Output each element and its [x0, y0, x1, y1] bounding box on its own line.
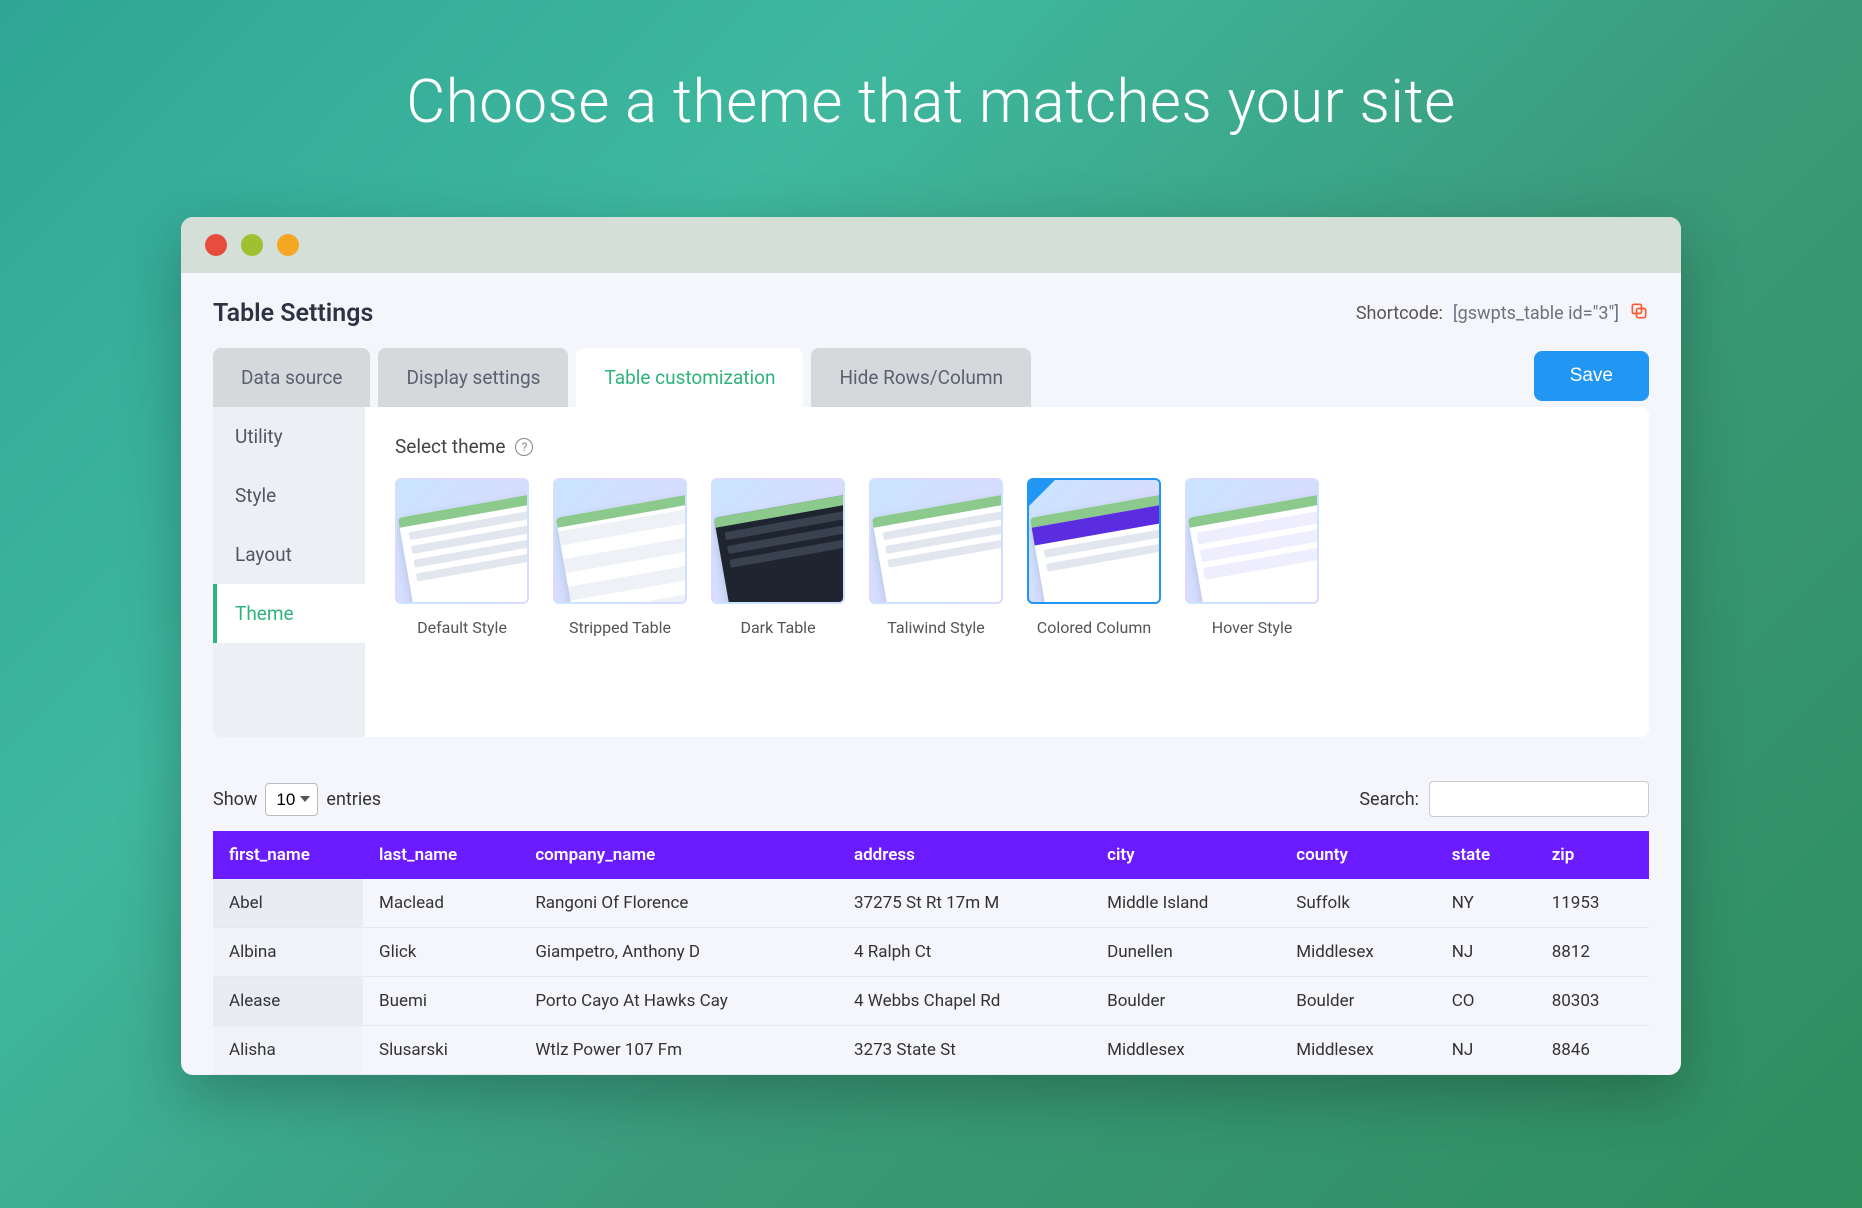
table-cell: Glick — [363, 928, 519, 977]
minimize-dot-icon[interactable] — [241, 234, 263, 256]
table-preview-section: Show 10 entries Search: first_name last_… — [181, 737, 1681, 1075]
theme-label: Stripped Table — [553, 618, 687, 637]
entries-select[interactable]: 10 — [265, 783, 318, 816]
tab-table-customization[interactable]: Table customization — [576, 348, 803, 407]
table-body: AbelMacleadRangoni Of Florence37275 St R… — [213, 879, 1649, 1075]
col-city[interactable]: city — [1091, 831, 1280, 879]
theme-area: Select theme ? Default Style Stripped Ta… — [365, 407, 1649, 737]
select-theme-label: Select theme — [395, 435, 505, 458]
col-company_name[interactable]: company_name — [519, 831, 838, 879]
table-row: AlishaSlusarskiWtlz Power 107 Fm3273 Sta… — [213, 1026, 1649, 1075]
table-cell: Suffolk — [1280, 879, 1435, 928]
col-state[interactable]: state — [1436, 831, 1536, 879]
data-table: first_name last_name company_name addres… — [213, 831, 1649, 1075]
theme-card-hover[interactable]: Hover Style — [1185, 478, 1319, 637]
col-first_name[interactable]: first_name — [213, 831, 363, 879]
copy-icon[interactable] — [1629, 301, 1649, 326]
table-cell: Middlesex — [1091, 1026, 1280, 1075]
page-title: Table Settings — [213, 299, 373, 328]
side-nav: Utility Style Layout Theme — [213, 407, 365, 737]
close-dot-icon[interactable] — [205, 234, 227, 256]
theme-label: Colored Column — [1027, 618, 1161, 637]
col-county[interactable]: county — [1280, 831, 1435, 879]
theme-card-colored-column[interactable]: Colored Column — [1027, 478, 1161, 637]
table-cell: Porto Cayo At Hawks Cay — [519, 977, 838, 1026]
table-cell: 4 Ralph Ct — [838, 928, 1091, 977]
table-row: AleaseBuemiPorto Cayo At Hawks Cay4 Webb… — [213, 977, 1649, 1026]
table-cell: Slusarski — [363, 1026, 519, 1075]
table-cell: 3273 State St — [838, 1026, 1091, 1075]
table-cell: 37275 St Rt 17m M — [838, 879, 1091, 928]
table-cell: Dunellen — [1091, 928, 1280, 977]
sidebar-item-utility[interactable]: Utility — [213, 407, 365, 466]
shortcode-display: Shortcode: [gswpts_table id="3"] — [1356, 301, 1649, 326]
save-button[interactable]: Save — [1534, 351, 1649, 401]
tabs-row: Data source Display settings Table custo… — [181, 346, 1681, 407]
table-cell: NJ — [1436, 1026, 1536, 1075]
table-controls: Show 10 entries Search: — [213, 781, 1649, 817]
table-cell: Alease — [213, 977, 363, 1026]
shortcode-value: [gswpts_table id="3"] — [1453, 303, 1619, 324]
app-window: Table Settings Shortcode: [gswpts_table … — [181, 217, 1681, 1075]
info-icon[interactable]: ? — [515, 438, 533, 456]
theme-label: Default Style — [395, 618, 529, 637]
show-label: Show — [213, 789, 257, 810]
table-cell: Middlesex — [1280, 1026, 1435, 1075]
search-label: Search: — [1359, 789, 1419, 810]
sidebar-item-theme[interactable]: Theme — [213, 584, 365, 643]
theme-card-stripped[interactable]: Stripped Table — [553, 478, 687, 637]
hero-title: Choose a theme that matches your site — [406, 66, 1455, 137]
theme-card-dark[interactable]: Dark Table — [711, 478, 845, 637]
sidebar-item-style[interactable]: Style — [213, 466, 365, 525]
table-cell: 11953 — [1536, 879, 1649, 928]
theme-label: Taliwind Style — [869, 618, 1003, 637]
table-cell: Boulder — [1280, 977, 1435, 1026]
col-address[interactable]: address — [838, 831, 1091, 879]
maximize-dot-icon[interactable] — [277, 234, 299, 256]
tab-display-settings[interactable]: Display settings — [378, 348, 568, 407]
search-input[interactable] — [1429, 781, 1649, 817]
tab-hide-rows-column[interactable]: Hide Rows/Column — [811, 348, 1031, 407]
table-cell: Alisha — [213, 1026, 363, 1075]
table-cell: NJ — [1436, 928, 1536, 977]
select-theme-heading: Select theme ? — [395, 435, 1619, 458]
table-cell: Albina — [213, 928, 363, 977]
table-row: AlbinaGlickGiampetro, Anthony D4 Ralph C… — [213, 928, 1649, 977]
table-cell: 8812 — [1536, 928, 1649, 977]
header-row: Table Settings Shortcode: [gswpts_table … — [181, 273, 1681, 346]
table-cell: 80303 — [1536, 977, 1649, 1026]
table-cell: Buemi — [363, 977, 519, 1026]
table-cell: Middle Island — [1091, 879, 1280, 928]
theme-label: Dark Table — [711, 618, 845, 637]
window-titlebar — [181, 217, 1681, 273]
table-cell: Boulder — [1091, 977, 1280, 1026]
table-cell: Abel — [213, 879, 363, 928]
customization-panel: Utility Style Layout Theme Select theme … — [213, 407, 1649, 737]
table-cell: Rangoni Of Florence — [519, 879, 838, 928]
theme-card-tailwind[interactable]: Taliwind Style — [869, 478, 1003, 637]
table-header-row: first_name last_name company_name addres… — [213, 831, 1649, 879]
theme-card-default[interactable]: Default Style — [395, 478, 529, 637]
theme-grid: Default Style Stripped Table Dark Table … — [395, 478, 1619, 637]
table-cell: 4 Webbs Chapel Rd — [838, 977, 1091, 1026]
theme-label: Hover Style — [1185, 618, 1319, 637]
col-zip[interactable]: zip — [1536, 831, 1649, 879]
table-cell: NY — [1436, 879, 1536, 928]
entries-label: entries — [326, 789, 381, 810]
tab-data-source[interactable]: Data source — [213, 348, 370, 407]
shortcode-label: Shortcode: — [1356, 303, 1443, 324]
table-cell: Middlesex — [1280, 928, 1435, 977]
table-cell: Wtlz Power 107 Fm — [519, 1026, 838, 1075]
table-cell: Maclead — [363, 879, 519, 928]
col-last_name[interactable]: last_name — [363, 831, 519, 879]
table-cell: CO — [1436, 977, 1536, 1026]
table-cell: 8846 — [1536, 1026, 1649, 1075]
table-cell: Giampetro, Anthony D — [519, 928, 838, 977]
table-row: AbelMacleadRangoni Of Florence37275 St R… — [213, 879, 1649, 928]
sidebar-item-layout[interactable]: Layout — [213, 525, 365, 584]
